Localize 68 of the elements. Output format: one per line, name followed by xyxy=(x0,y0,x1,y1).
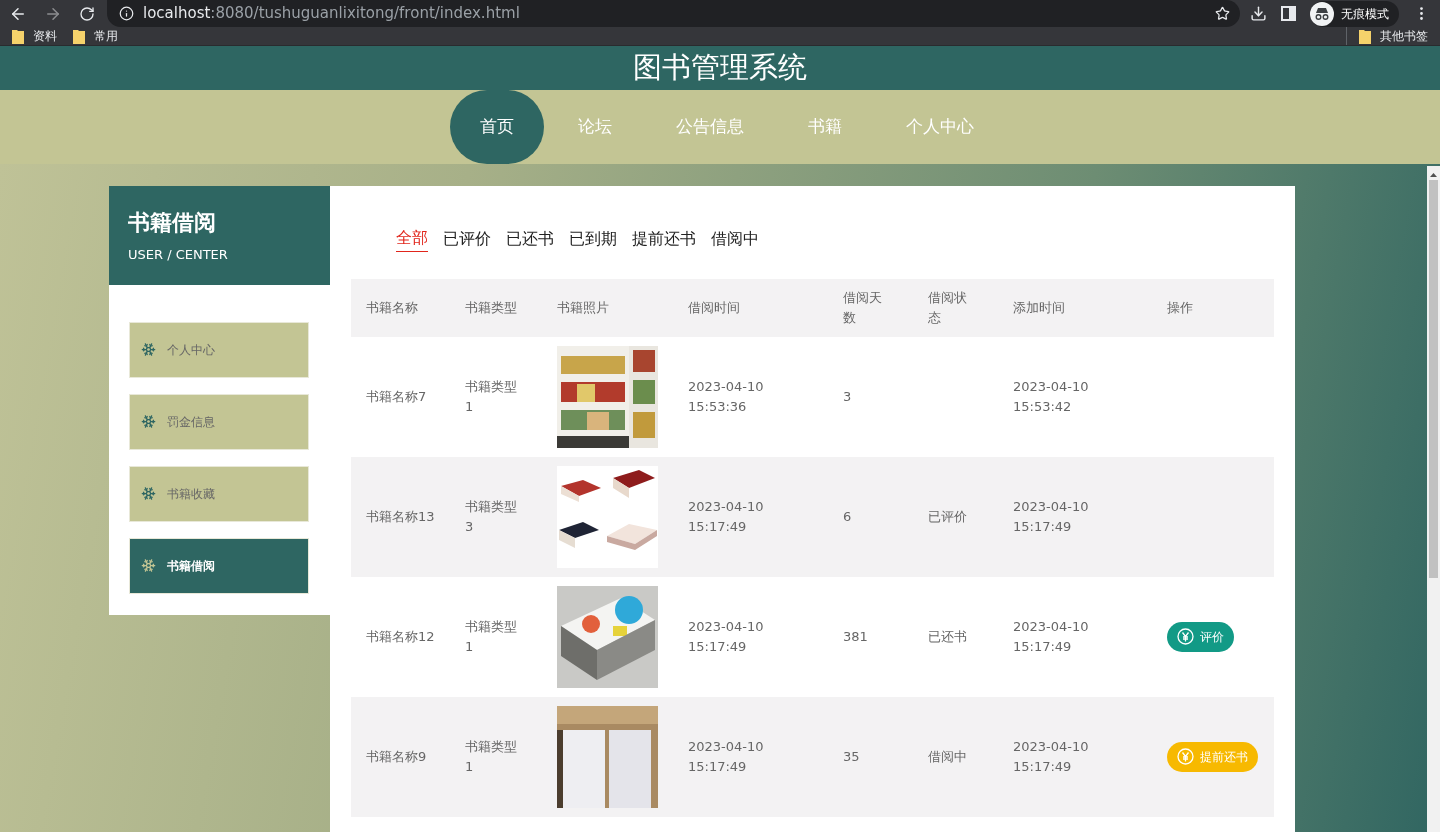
table-cell-text: 2023-04-10 15:17:49 xyxy=(1013,737,1090,776)
column-header: 操作 xyxy=(1167,298,1194,317)
action-button[interactable]: 评价 xyxy=(1167,621,1234,652)
table-cell-text: 3 xyxy=(843,387,853,406)
profile-label: 无痕模式 xyxy=(1341,5,1389,23)
filter-tab[interactable]: 提前还书 xyxy=(632,225,696,252)
table-cell-text: 6 xyxy=(843,507,853,526)
table-cell-text: 2023-04-10 15:17:49 xyxy=(688,617,765,656)
site-title: 图书管理系统 xyxy=(633,49,807,86)
table-cell-text: 书籍类型1 xyxy=(465,377,518,416)
table-cell-text: 2023-04-10 15:17:49 xyxy=(1013,617,1090,656)
snowflake-icon xyxy=(141,342,156,357)
table-cell-text: 书籍类型1 xyxy=(465,617,518,656)
table-cell-text: 2023-04-10 15:17:49 xyxy=(1013,497,1090,536)
column-header: 书籍名称 xyxy=(366,298,419,317)
table-cell-text: 书籍名称12 xyxy=(366,627,436,646)
table-cell-text: 2023-04-10 15:17:49 xyxy=(688,497,765,536)
sidebar-item[interactable]: 书籍收藏 xyxy=(129,465,309,522)
table-cell-text: 2023-04-10 15:53:42 xyxy=(1013,377,1090,416)
url-text: localhost:8080/tushuguanlixitong/front/index.html xyxy=(143,3,520,25)
bookmark[interactable]: 常用 xyxy=(73,27,118,45)
sidebar-item[interactable]: 罚金信息 xyxy=(129,393,309,450)
yen-icon xyxy=(1177,748,1194,765)
column-header: 书籍类型 xyxy=(465,298,518,317)
column-header: 借阅天数 xyxy=(843,288,883,327)
table-cell-text: 书籍名称9 xyxy=(366,747,428,766)
download-icon[interactable] xyxy=(1250,5,1267,22)
folder-icon xyxy=(1359,28,1371,44)
snowflake-icon xyxy=(141,486,156,501)
scrollbar-thumb[interactable] xyxy=(1429,179,1438,578)
table-cell-text: 2023-04-10 15:17:49 xyxy=(688,737,765,776)
star-icon[interactable] xyxy=(1215,6,1230,21)
filter-tab[interactable]: 全部 xyxy=(396,225,428,252)
sidebar-subtitle: USER / CENTER xyxy=(128,245,229,264)
filter-tab[interactable]: 借阅中 xyxy=(711,225,759,252)
table-cell-text: 381 xyxy=(843,627,869,646)
filter-tab[interactable]: 已到期 xyxy=(569,225,617,252)
table-cell-text: 书籍类型3 xyxy=(465,497,518,536)
table-cell-text: 35 xyxy=(843,747,861,766)
side-panel-icon[interactable] xyxy=(1281,6,1296,21)
table-cell-text: 书籍类型1 xyxy=(465,737,518,776)
bookmark[interactable]: 其他书签 xyxy=(1359,27,1428,45)
table-cell-text: 2023-04-10 15:53:36 xyxy=(688,377,765,416)
snowflake-icon xyxy=(141,558,156,573)
folder-icon xyxy=(12,28,24,44)
info-icon xyxy=(119,6,134,21)
column-header: 书籍照片 xyxy=(557,298,610,317)
table-cell-text: 已还书 xyxy=(928,627,968,646)
column-header: 借阅时间 xyxy=(688,298,741,317)
folder-icon xyxy=(73,28,85,44)
reload-icon[interactable] xyxy=(79,5,95,22)
table-cell-text: 书籍名称13 xyxy=(366,507,436,526)
bookmark[interactable]: 资料 xyxy=(12,27,57,45)
yen-icon xyxy=(1177,628,1194,645)
table-cell-text: 书籍名称7 xyxy=(366,387,428,406)
address-bar[interactable]: localhost:8080/tushuguanlixitong/front/index.html xyxy=(107,0,1240,27)
sidebar-item[interactable]: 书籍借阅 xyxy=(129,537,309,594)
sidebar-item[interactable]: 个人中心 xyxy=(129,321,309,378)
column-header: 添加时间 xyxy=(1013,298,1066,317)
filter-tab[interactable]: 已评价 xyxy=(443,225,491,252)
snowflake-icon xyxy=(141,414,156,429)
sidebar-title: 书籍借阅 xyxy=(128,208,217,237)
table-cell-text: 借阅中 xyxy=(928,747,968,766)
scroll-up-icon[interactable] xyxy=(1430,171,1437,177)
filter-tab[interactable]: 已还书 xyxy=(506,225,554,252)
nav-item[interactable]: 首页 xyxy=(450,89,544,164)
table-cell-text: 已评价 xyxy=(928,507,968,526)
column-header: 借阅状态 xyxy=(928,288,968,327)
